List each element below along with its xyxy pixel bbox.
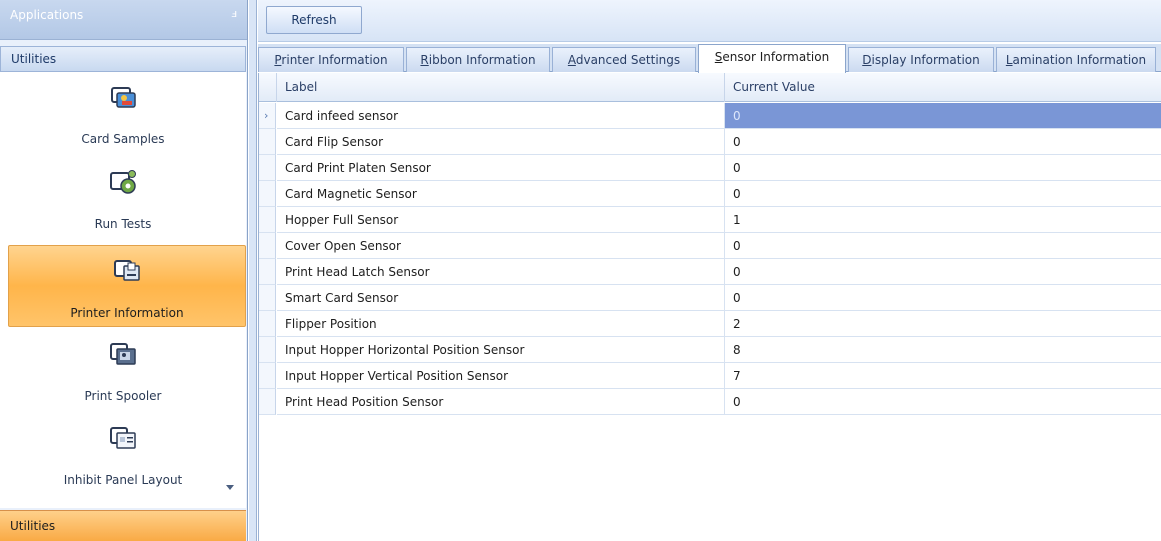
nav-group-utilities-button[interactable]: Utilities (0, 510, 246, 541)
toolbar: Refresh (258, 0, 1161, 42)
nav-group-utilities-header[interactable]: Utilities (0, 46, 246, 72)
table-row[interactable]: Print Head Latch Sensor 0 (259, 259, 1161, 285)
nav-item-label: Run Tests (94, 217, 152, 231)
cell-label[interactable]: Input Hopper Vertical Position Sensor (277, 363, 725, 389)
table-row[interactable]: Print Head Position Sensor 0 (259, 389, 1161, 415)
column-header-label[interactable]: Label (277, 73, 725, 102)
cell-current-value[interactable]: 0 (725, 129, 1161, 155)
print-spooler-icon (108, 339, 138, 369)
table-row[interactable]: Input Hopper Horizontal Position Sensor 8 (259, 337, 1161, 363)
cell-current-value[interactable]: 8 (725, 337, 1161, 363)
nav-item-label: Card Samples (81, 132, 165, 146)
tab-label-rest: ibbon Information (428, 53, 536, 67)
cell-label[interactable]: Card infeed sensor (277, 103, 725, 129)
cell-current-value[interactable]: 7 (725, 363, 1161, 389)
table-row[interactable]: Card Flip Sensor 0 (259, 129, 1161, 155)
tab-display-information[interactable]: Display Information (848, 47, 994, 72)
cell-current-value[interactable]: 1 (725, 207, 1161, 233)
tab-strip: Printer Information Ribbon Information A… (258, 44, 1161, 73)
pin-icon[interactable]: ⅎ (231, 7, 237, 20)
nav-pane-title: Applications (10, 8, 84, 22)
table-row[interactable]: Input Hopper Vertical Position Sensor 7 (259, 363, 1161, 389)
cell-current-value[interactable]: 0 (725, 389, 1161, 415)
column-header-current-value[interactable]: Current Value (725, 73, 1161, 102)
cell-current-value[interactable]: 0 (725, 155, 1161, 181)
cell-label[interactable]: Card Magnetic Sensor (277, 181, 725, 207)
cell-current-value[interactable]: 0 (725, 233, 1161, 259)
run-tests-gear-icon (108, 167, 138, 197)
cell-current-value[interactable]: 2 (725, 311, 1161, 337)
row-selector-header (259, 73, 277, 102)
table-row[interactable]: › Card infeed sensor 0 (259, 103, 1161, 129)
cell-label[interactable]: Card Flip Sensor (277, 129, 725, 155)
tab-label-rest: dvanced Settings (575, 53, 681, 67)
nav-pane-header: Applications ⅎ (0, 0, 247, 40)
row-selector[interactable] (259, 155, 276, 181)
tab-label-rest: rinter Information (281, 53, 388, 67)
grid-header: Label Current Value (259, 73, 1161, 102)
printer-information-icon (112, 256, 142, 286)
table-row[interactable]: Hopper Full Sensor 1 (259, 207, 1161, 233)
cell-label[interactable]: Card Print Platen Sensor (277, 155, 725, 181)
nav-item-list: Card Samples Run Tests Printer Informati… (0, 72, 246, 508)
cell-current-value[interactable]: 0 (725, 103, 1161, 129)
table-row[interactable]: Flipper Position 2 (259, 311, 1161, 337)
tab-accelerator: A (567, 53, 576, 67)
cell-current-value[interactable]: 0 (725, 181, 1161, 207)
refresh-button[interactable]: Refresh (266, 6, 362, 34)
tab-label-rest: amination Information (1012, 53, 1147, 67)
table-row[interactable]: Card Magnetic Sensor 0 (259, 181, 1161, 207)
table-row[interactable]: Card Print Platen Sensor 0 (259, 155, 1161, 181)
table-row[interactable]: Cover Open Sensor 0 (259, 233, 1161, 259)
cell-label[interactable]: Cover Open Sensor (277, 233, 725, 259)
row-selector[interactable] (259, 259, 276, 285)
nav-item-label: Printer Information (70, 306, 184, 320)
navigation-pane: Applications ⅎ Utilities Card Samples Ru… (0, 0, 248, 541)
row-selector[interactable]: › (259, 103, 276, 129)
nav-item-label: Print Spooler (84, 389, 162, 403)
row-selector[interactable] (259, 311, 276, 337)
cell-label[interactable]: Flipper Position (277, 311, 725, 337)
nav-item-label: Inhibit Panel Layout (63, 473, 183, 487)
nav-item-card-samples[interactable]: Card Samples (0, 72, 246, 154)
cell-label[interactable]: Input Hopper Horizontal Position Sensor (277, 337, 725, 363)
current-row-indicator-icon: › (264, 109, 269, 122)
tab-printer-information[interactable]: Printer Information (258, 47, 404, 72)
tab-label-rest: isplay Information (871, 53, 980, 67)
tab-lamination-information[interactable]: Lamination Information (996, 47, 1156, 72)
card-samples-icon (108, 82, 138, 112)
table-row[interactable]: Smart Card Sensor 0 (259, 285, 1161, 311)
row-selector[interactable] (259, 129, 276, 155)
cell-label[interactable]: Print Head Position Sensor (277, 389, 725, 415)
cell-label[interactable]: Print Head Latch Sensor (277, 259, 725, 285)
tab-sensor-information[interactable]: Sensor Information (698, 44, 846, 73)
inhibit-panel-layout-icon (108, 423, 138, 453)
row-selector[interactable] (259, 233, 276, 259)
row-selector[interactable] (259, 181, 276, 207)
row-selector[interactable] (259, 363, 276, 389)
nav-item-inhibit-panel-layout[interactable]: Inhibit Panel Layout (0, 413, 246, 495)
tab-ribbon-information[interactable]: Ribbon Information (406, 47, 550, 72)
cell-current-value[interactable]: 0 (725, 259, 1161, 285)
cell-label[interactable]: Smart Card Sensor (277, 285, 725, 311)
tab-label-rest: ensor Information (722, 50, 830, 64)
tab-advanced-settings[interactable]: Advanced Settings (552, 47, 696, 72)
nav-item-print-spooler[interactable]: Print Spooler (0, 329, 246, 411)
scroll-down-arrow-icon[interactable] (226, 485, 234, 490)
row-selector[interactable] (259, 337, 276, 363)
nav-item-run-tests[interactable]: Run Tests (0, 157, 246, 239)
nav-item-printer-information[interactable]: Printer Information (8, 245, 246, 327)
row-selector[interactable] (259, 207, 276, 233)
row-selector[interactable] (259, 389, 276, 415)
pane-splitter[interactable] (249, 0, 257, 541)
sensor-grid: Label Current Value › Card infeed sensor 0… (258, 73, 1161, 541)
tab-accelerator: R (420, 53, 429, 67)
tab-accelerator: L (1005, 53, 1013, 67)
cell-current-value[interactable]: 0 (725, 285, 1161, 311)
row-selector[interactable] (259, 285, 276, 311)
cell-label[interactable]: Hopper Full Sensor (277, 207, 725, 233)
